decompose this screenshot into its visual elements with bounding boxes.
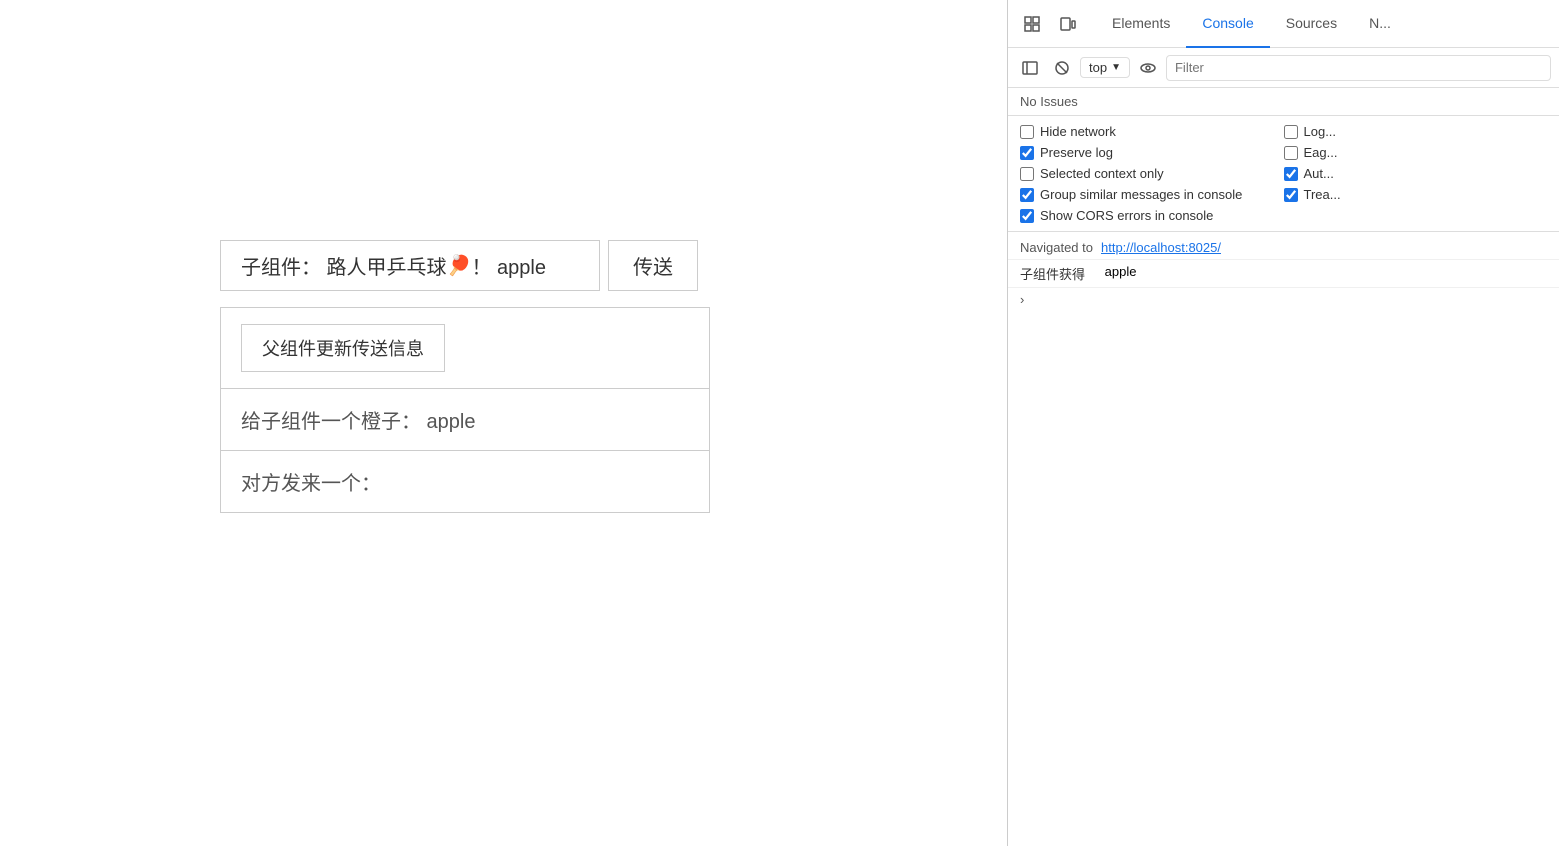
page-content: 子组件： 路人甲乒乓球🏓！ apple 传送 父组件更新传送信息 给子组件一个橙…: [220, 240, 710, 513]
option-hide-network: Hide network: [1020, 124, 1284, 139]
eager-eval-label: Eag...: [1304, 145, 1338, 160]
console-log-area: Navigated to http://localhost:8025/ 子组件获…: [1008, 232, 1559, 846]
options-area: Hide network Log... Preserve log Eag... …: [1008, 116, 1559, 232]
option-treat-as: Trea...: [1284, 187, 1548, 202]
navigated-url[interactable]: http://localhost:8025/: [1101, 240, 1221, 255]
tab-network[interactable]: N...: [1353, 0, 1407, 48]
log-checkbox[interactable]: [1284, 125, 1298, 139]
auto-complete-checkbox[interactable]: [1284, 167, 1298, 181]
preserve-log-label: Preserve log: [1040, 145, 1113, 160]
option-eager-eval: Eag...: [1284, 145, 1548, 160]
option-auto-complete: Aut...: [1284, 166, 1548, 181]
console-chevron-icon: ›: [1020, 292, 1024, 307]
context-dropdown-label: top: [1089, 60, 1107, 75]
child-component-text: 子组件： 路人甲乒乓球: [241, 251, 447, 280]
issues-bar: No Issues: [1008, 88, 1559, 116]
treat-as-label: Trea...: [1304, 187, 1341, 202]
option-show-cors: Show CORS errors in console: [1020, 208, 1547, 223]
auto-complete-label: Aut...: [1304, 166, 1334, 181]
console-prompt-row: ›: [1008, 288, 1559, 311]
send-button[interactable]: 传送: [608, 240, 698, 291]
log-entry-child-got: 子组件获得 apple: [1008, 260, 1559, 288]
option-group-similar: Group similar messages in console: [1020, 187, 1284, 202]
parent-button-row: 父组件更新传送信息: [221, 308, 709, 389]
options-row-1: Hide network Log...: [1020, 124, 1547, 139]
options-row-5: Show CORS errors in console: [1020, 208, 1547, 223]
options-row-3: Selected context only Aut...: [1020, 166, 1547, 181]
context-dropdown[interactable]: top ▼: [1080, 57, 1130, 78]
log-entry-navigated: Navigated to http://localhost:8025/: [1008, 236, 1559, 260]
devtools-toolbar: Elements Console Sources N...: [1008, 0, 1559, 48]
eager-eval-checkbox[interactable]: [1284, 146, 1298, 160]
hide-network-checkbox[interactable]: [1020, 125, 1034, 139]
inspect-element-icon[interactable]: [1016, 8, 1048, 40]
devtools-panel: Elements Console Sources N...: [1007, 0, 1559, 846]
options-row-2: Preserve log Eag...: [1020, 145, 1547, 160]
console-secondary-toolbar: top ▼: [1008, 48, 1559, 88]
issues-label: No Issues: [1020, 94, 1078, 109]
ping-pong-emoji: 🏓: [447, 253, 472, 278]
console-sidebar-icon[interactable]: [1016, 54, 1044, 82]
parent-receive-info: 对方发来一个：: [221, 451, 709, 512]
live-expressions-icon[interactable]: [1134, 54, 1162, 82]
log-label: Log...: [1304, 124, 1337, 139]
navigated-prefix: Navigated to: [1020, 240, 1093, 255]
tab-elements[interactable]: Elements: [1096, 0, 1186, 48]
show-cors-checkbox[interactable]: [1020, 209, 1034, 223]
child-got-value: apple: [1105, 264, 1137, 279]
parent-orange-info: 给子组件一个橙子： apple: [221, 389, 709, 451]
selected-context-label: Selected context only: [1040, 166, 1164, 181]
tab-sources[interactable]: Sources: [1270, 0, 1353, 48]
group-similar-checkbox[interactable]: [1020, 188, 1034, 202]
filter-input[interactable]: [1166, 55, 1551, 81]
option-log: Log...: [1284, 124, 1548, 139]
parent-update-button[interactable]: 父组件更新传送信息: [241, 324, 445, 372]
options-row-4: Group similar messages in console Trea..…: [1020, 187, 1547, 202]
parent-component-box: 父组件更新传送信息 给子组件一个橙子： apple 对方发来一个：: [220, 307, 710, 513]
option-preserve-log: Preserve log: [1020, 145, 1284, 160]
clear-console-icon[interactable]: [1048, 54, 1076, 82]
option-selected-context: Selected context only: [1020, 166, 1284, 181]
page-area: 子组件： 路人甲乒乓球🏓！ apple 传送 父组件更新传送信息 给子组件一个橙…: [0, 0, 1007, 846]
show-cors-label: Show CORS errors in console: [1040, 208, 1213, 223]
chevron-down-icon: ▼: [1111, 62, 1121, 73]
toggle-device-icon[interactable]: [1052, 8, 1084, 40]
child-exclaim-text: ！ apple: [471, 251, 546, 280]
group-similar-label: Group similar messages in console: [1040, 187, 1242, 202]
devtools-tabs: Elements Console Sources N...: [1096, 0, 1407, 48]
hide-network-label: Hide network: [1040, 124, 1116, 139]
child-component-row: 子组件： 路人甲乒乓球🏓！ apple 传送: [220, 240, 698, 291]
selected-context-checkbox[interactable]: [1020, 167, 1034, 181]
child-input-display: 子组件： 路人甲乒乓球🏓！ apple: [220, 240, 600, 291]
child-got-text: 子组件获得: [1020, 264, 1085, 283]
preserve-log-checkbox[interactable]: [1020, 146, 1034, 160]
tab-console[interactable]: Console: [1186, 0, 1269, 48]
treat-as-checkbox[interactable]: [1284, 188, 1298, 202]
